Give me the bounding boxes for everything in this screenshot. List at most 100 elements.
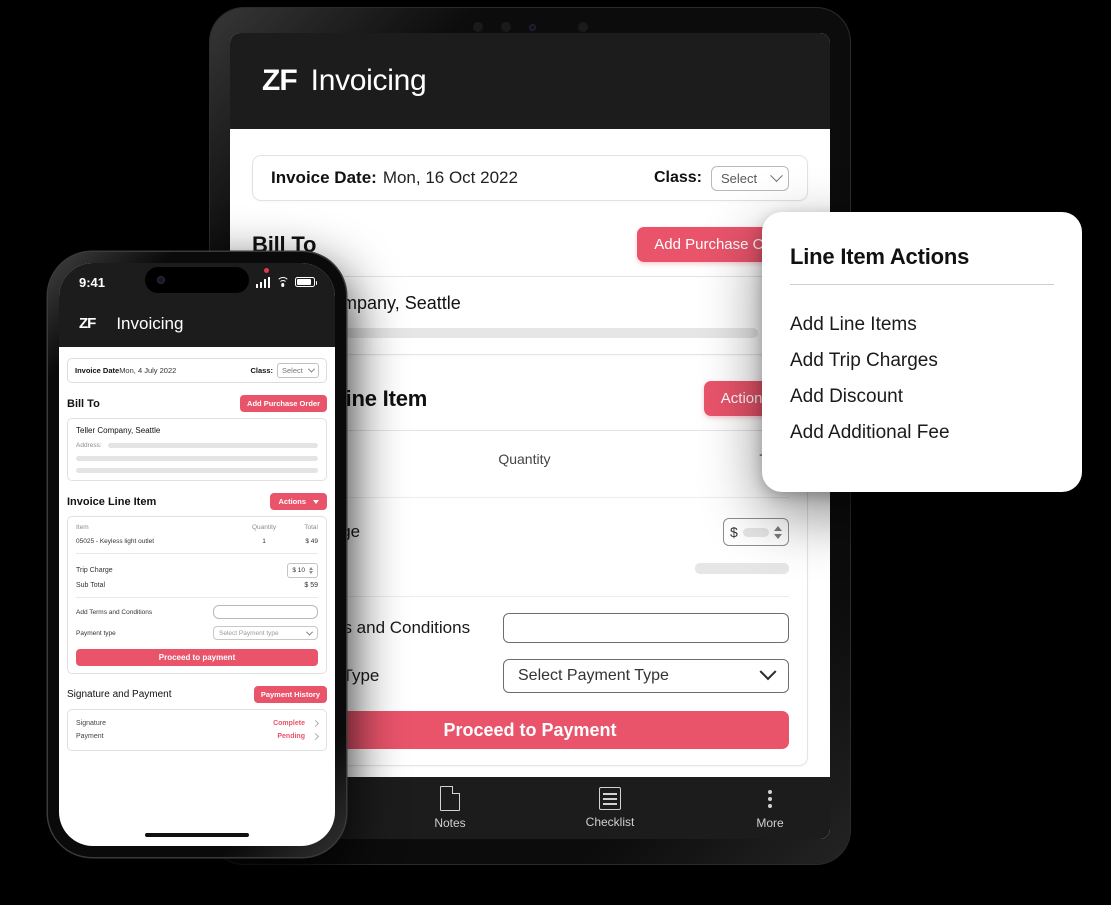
chevron-right-icon (311, 719, 320, 728)
currency-symbol: $ (730, 524, 738, 540)
signature-card: Signature Complete Payment Pending (67, 709, 327, 751)
placeholder-bar (695, 562, 789, 574)
payment-history-button[interactable]: Payment History (253, 686, 327, 703)
class-label: Class: (250, 366, 273, 375)
stepper-up-icon[interactable] (774, 525, 782, 531)
cell-total: $ 49 (305, 538, 318, 545)
payment-type-select[interactable]: Select Payment type (213, 626, 318, 640)
bill-to-card: Teller Company, Seattle Address: (67, 418, 327, 481)
placeholder-bar (76, 468, 318, 473)
menu-item-add-discount[interactable]: Add Discount (790, 379, 1054, 415)
payment-type-value: Select Payment type (219, 629, 279, 637)
invoice-date-label: Invoice Date (75, 366, 120, 375)
trip-charge-stepper[interactable]: $ (723, 518, 789, 546)
column-header-total: Total (304, 524, 318, 531)
placeholder-bar (107, 443, 318, 448)
menu-item-add-trip-charges[interactable]: Add Trip Charges (790, 343, 1054, 379)
line-item-actions-button[interactable]: Actions (270, 493, 327, 510)
camera-dot (577, 22, 588, 32)
payment-row-label: Payment (76, 733, 104, 740)
proceed-to-payment-button[interactable]: Proceed to payment (76, 649, 318, 666)
cell-quantity: 1 (262, 538, 266, 545)
sub-total-value: $ 59 (304, 582, 318, 589)
address-row: Address: (76, 442, 318, 449)
stepper-arrows-icon[interactable] (774, 525, 782, 539)
trip-charge-value: $ 10 (292, 567, 305, 574)
class-select-value: Select (721, 170, 758, 186)
tab-checklist[interactable]: Checklist (566, 787, 654, 829)
document-icon (440, 786, 460, 811)
menu-item-add-line-items[interactable]: Add Line Items (790, 307, 1054, 343)
divider (76, 553, 318, 554)
payment-type-select[interactable]: Select Payment Type (503, 659, 789, 693)
placeholder-bar (742, 527, 769, 537)
cell-quantity (400, 481, 648, 495)
status-time: 9:41 (79, 274, 106, 290)
line-item-table: Item Quantity Total 05025 - Keyless ligh… (76, 524, 318, 552)
class-select[interactable]: Select (711, 165, 789, 191)
menu-item-add-additional-fee[interactable]: Add Additional Fee (790, 415, 1054, 451)
terms-label: Add Terms and Conditions (76, 608, 153, 616)
invoice-date-value[interactable]: Mon, 16 Oct 2022 (383, 168, 518, 188)
chevron-down-icon (305, 628, 314, 636)
trip-charge-row: Trip Charge $ (271, 512, 789, 552)
wifi-icon (276, 277, 289, 287)
cell-item: 05025 - Keyless light outlet (76, 538, 155, 545)
sub-total-row: Sub Total $ 59 (76, 580, 318, 591)
popup-menu: Add Line Items Add Trip Charges Add Disc… (790, 307, 1054, 451)
phone-app-header: ZF Invoicing (59, 301, 335, 347)
company-name: Teller Company, Seattle (271, 293, 461, 313)
invoice-date-card: Invoice Date: Mon, 16 Oct 2022 Class: Se… (252, 155, 808, 201)
trip-charge-stepper[interactable]: $ 10 (287, 563, 318, 578)
stepper-down-icon[interactable] (309, 571, 313, 575)
payment-status-badge: Pending (277, 733, 305, 740)
tab-more-label: More (756, 816, 784, 830)
tab-notes-label: Notes (434, 816, 466, 830)
phone-content: Invoice Date Mon, 4 July 2022 Class: Sel… (59, 358, 335, 751)
placeholder-bar (76, 456, 318, 461)
caret-down-icon (313, 499, 319, 504)
terms-input[interactable] (503, 613, 789, 643)
invoice-date-value[interactable]: Mon, 4 July 2022 (119, 366, 176, 375)
camera-dot (472, 22, 483, 32)
address-placeholder (271, 328, 789, 338)
line-item-header: Invoice Line Item Actions (67, 493, 327, 510)
checklist-icon (599, 787, 621, 810)
phone-status-bar: 9:41 (59, 263, 335, 301)
payment-row[interactable]: Payment Pending (76, 730, 320, 743)
more-dots-icon (768, 786, 772, 811)
add-purchase-order-button[interactable]: Add Purchase Order (240, 395, 327, 412)
class-select[interactable]: Select (277, 363, 319, 378)
payment-type-row: Payment type Select Payment type (76, 626, 318, 640)
tab-more[interactable]: More (726, 786, 814, 830)
logo-text: ZF (79, 315, 96, 332)
stepper-arrows-icon[interactable] (309, 566, 313, 575)
class-select-value: Select (282, 366, 303, 375)
proceed-to-payment-button[interactable]: Proceed to Payment (271, 711, 789, 749)
battery-icon (295, 277, 317, 287)
bill-to-header: Bill To Add Purchase Order (252, 227, 808, 262)
column-header-item: Item (76, 524, 89, 531)
recording-indicator-icon (264, 267, 269, 273)
signature-status-badge: Complete (273, 720, 305, 727)
chevron-right-icon (311, 732, 320, 741)
signature-row[interactable]: Signature Complete (76, 717, 320, 730)
column-header-quantity: Quantity (498, 451, 551, 467)
payment-type-row: Payment Type Select Payment Type (271, 659, 789, 693)
tab-notes[interactable]: Notes (406, 786, 494, 830)
phone-screen: 9:41 ZF Invoicing Invoice Date Mon, 4 Ju… (59, 263, 335, 846)
address-row (76, 468, 318, 473)
stepper-down-icon[interactable] (774, 533, 782, 539)
stepper-up-icon[interactable] (309, 566, 313, 570)
logo-text: ZF (262, 64, 298, 97)
terms-row: Add Terms and Conditions (271, 613, 789, 643)
terms-input[interactable] (213, 605, 318, 619)
home-indicator[interactable] (145, 832, 249, 837)
signature-heading: Signature and Payment (67, 689, 172, 700)
chevron-down-icon (759, 663, 777, 681)
camera-lens-icon (528, 23, 536, 31)
status-indicators (255, 267, 317, 288)
signature-row-label: Signature (76, 720, 106, 727)
sub-total-label: Sub Total (76, 582, 106, 589)
tablet-app-header: ZF Invoicing (230, 33, 830, 129)
